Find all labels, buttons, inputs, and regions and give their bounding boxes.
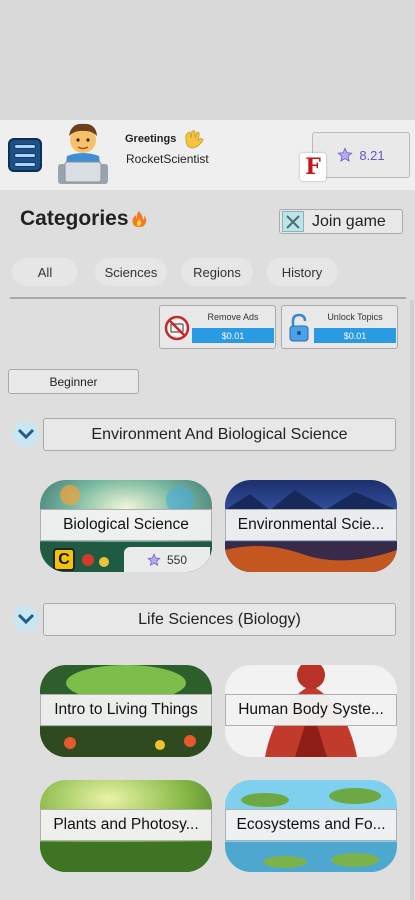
unlock-topics-button[interactable]: Unlock Topics $0.01 <box>281 305 398 349</box>
remove-ads-label: Remove Ads <box>207 312 259 322</box>
tab-all[interactable]: All <box>12 258 78 286</box>
tab-sciences[interactable]: Sciences <box>95 258 167 286</box>
card-label: Environmental Scie... <box>225 509 397 541</box>
app-header: Greetings RocketScientist 8.21 F <box>0 120 415 190</box>
unlock-icon <box>285 311 312 344</box>
star-icon <box>337 147 353 162</box>
section-header[interactable]: Life Sciences (Biology) <box>43 603 396 636</box>
category-card-intro-to-living-things[interactable]: Intro to Living Things <box>40 665 212 757</box>
greeting: Greetings <box>125 129 204 149</box>
card-label: Human Body Syste... <box>225 694 397 726</box>
section-header[interactable]: Environment And Biological Science <box>43 418 396 451</box>
tab-regions[interactable]: Regions <box>181 258 253 286</box>
join-game-label: Join game <box>312 212 386 230</box>
card-label: Plants and Photosy... <box>40 809 212 841</box>
username: RocketScientist <box>126 152 209 166</box>
unlock-topics-label: Unlock Topics <box>327 312 383 322</box>
card-label: Biological Science <box>40 509 212 541</box>
category-card-biological-science[interactable]: Biological Science C 550 <box>40 480 212 572</box>
category-card-plants-and-photosynthesis[interactable]: Plants and Photosy... <box>40 780 212 872</box>
fire-icon <box>131 211 146 227</box>
tab-history[interactable]: History <box>266 258 338 286</box>
star-icon <box>147 552 161 566</box>
c-badge-icon: C <box>53 548 75 571</box>
no-ads-icon <box>163 311 190 344</box>
remove-ads-button[interactable]: Remove Ads $0.01 <box>159 305 276 349</box>
menu-bar <box>14 152 36 158</box>
category-card-human-body-systems[interactable]: Human Body Syste... <box>225 665 397 757</box>
menu-button[interactable] <box>8 138 42 172</box>
greeting-text: Greetings <box>125 133 177 145</box>
collapse-chevron-icon[interactable] <box>13 421 39 447</box>
categories-title: Categories <box>20 207 147 231</box>
score-value: 8.21 <box>359 147 385 163</box>
card-label: Intro to Living Things <box>40 694 212 726</box>
f-logo: F <box>300 153 326 181</box>
level-selector[interactable]: Beginner <box>8 369 139 394</box>
divider <box>10 297 406 299</box>
status-area <box>0 0 415 120</box>
collapse-chevron-icon[interactable] <box>13 606 39 632</box>
crossed-swords-icon <box>282 211 304 232</box>
wave-hand-icon <box>185 130 204 149</box>
remove-ads-price: $0.01 <box>192 328 274 343</box>
scrollbar[interactable] <box>410 300 414 900</box>
avatar <box>58 123 108 184</box>
card-label: Ecosystems and Fo... <box>225 809 397 841</box>
unlock-topics-price: $0.01 <box>314 328 396 343</box>
stars-value: 550 <box>166 552 188 567</box>
categories-title-text: Categories <box>20 207 129 230</box>
card-stars: 550 <box>124 547 210 572</box>
menu-bar <box>14 161 36 167</box>
category-card-environmental-science[interactable]: Environmental Scie... <box>225 480 397 572</box>
category-card-ecosystems-and-food-webs[interactable]: Ecosystems and Fo... <box>225 780 397 872</box>
score-box[interactable]: 8.21 <box>312 132 410 178</box>
join-game-button[interactable]: Join game <box>279 209 403 234</box>
menu-bar <box>14 143 36 149</box>
